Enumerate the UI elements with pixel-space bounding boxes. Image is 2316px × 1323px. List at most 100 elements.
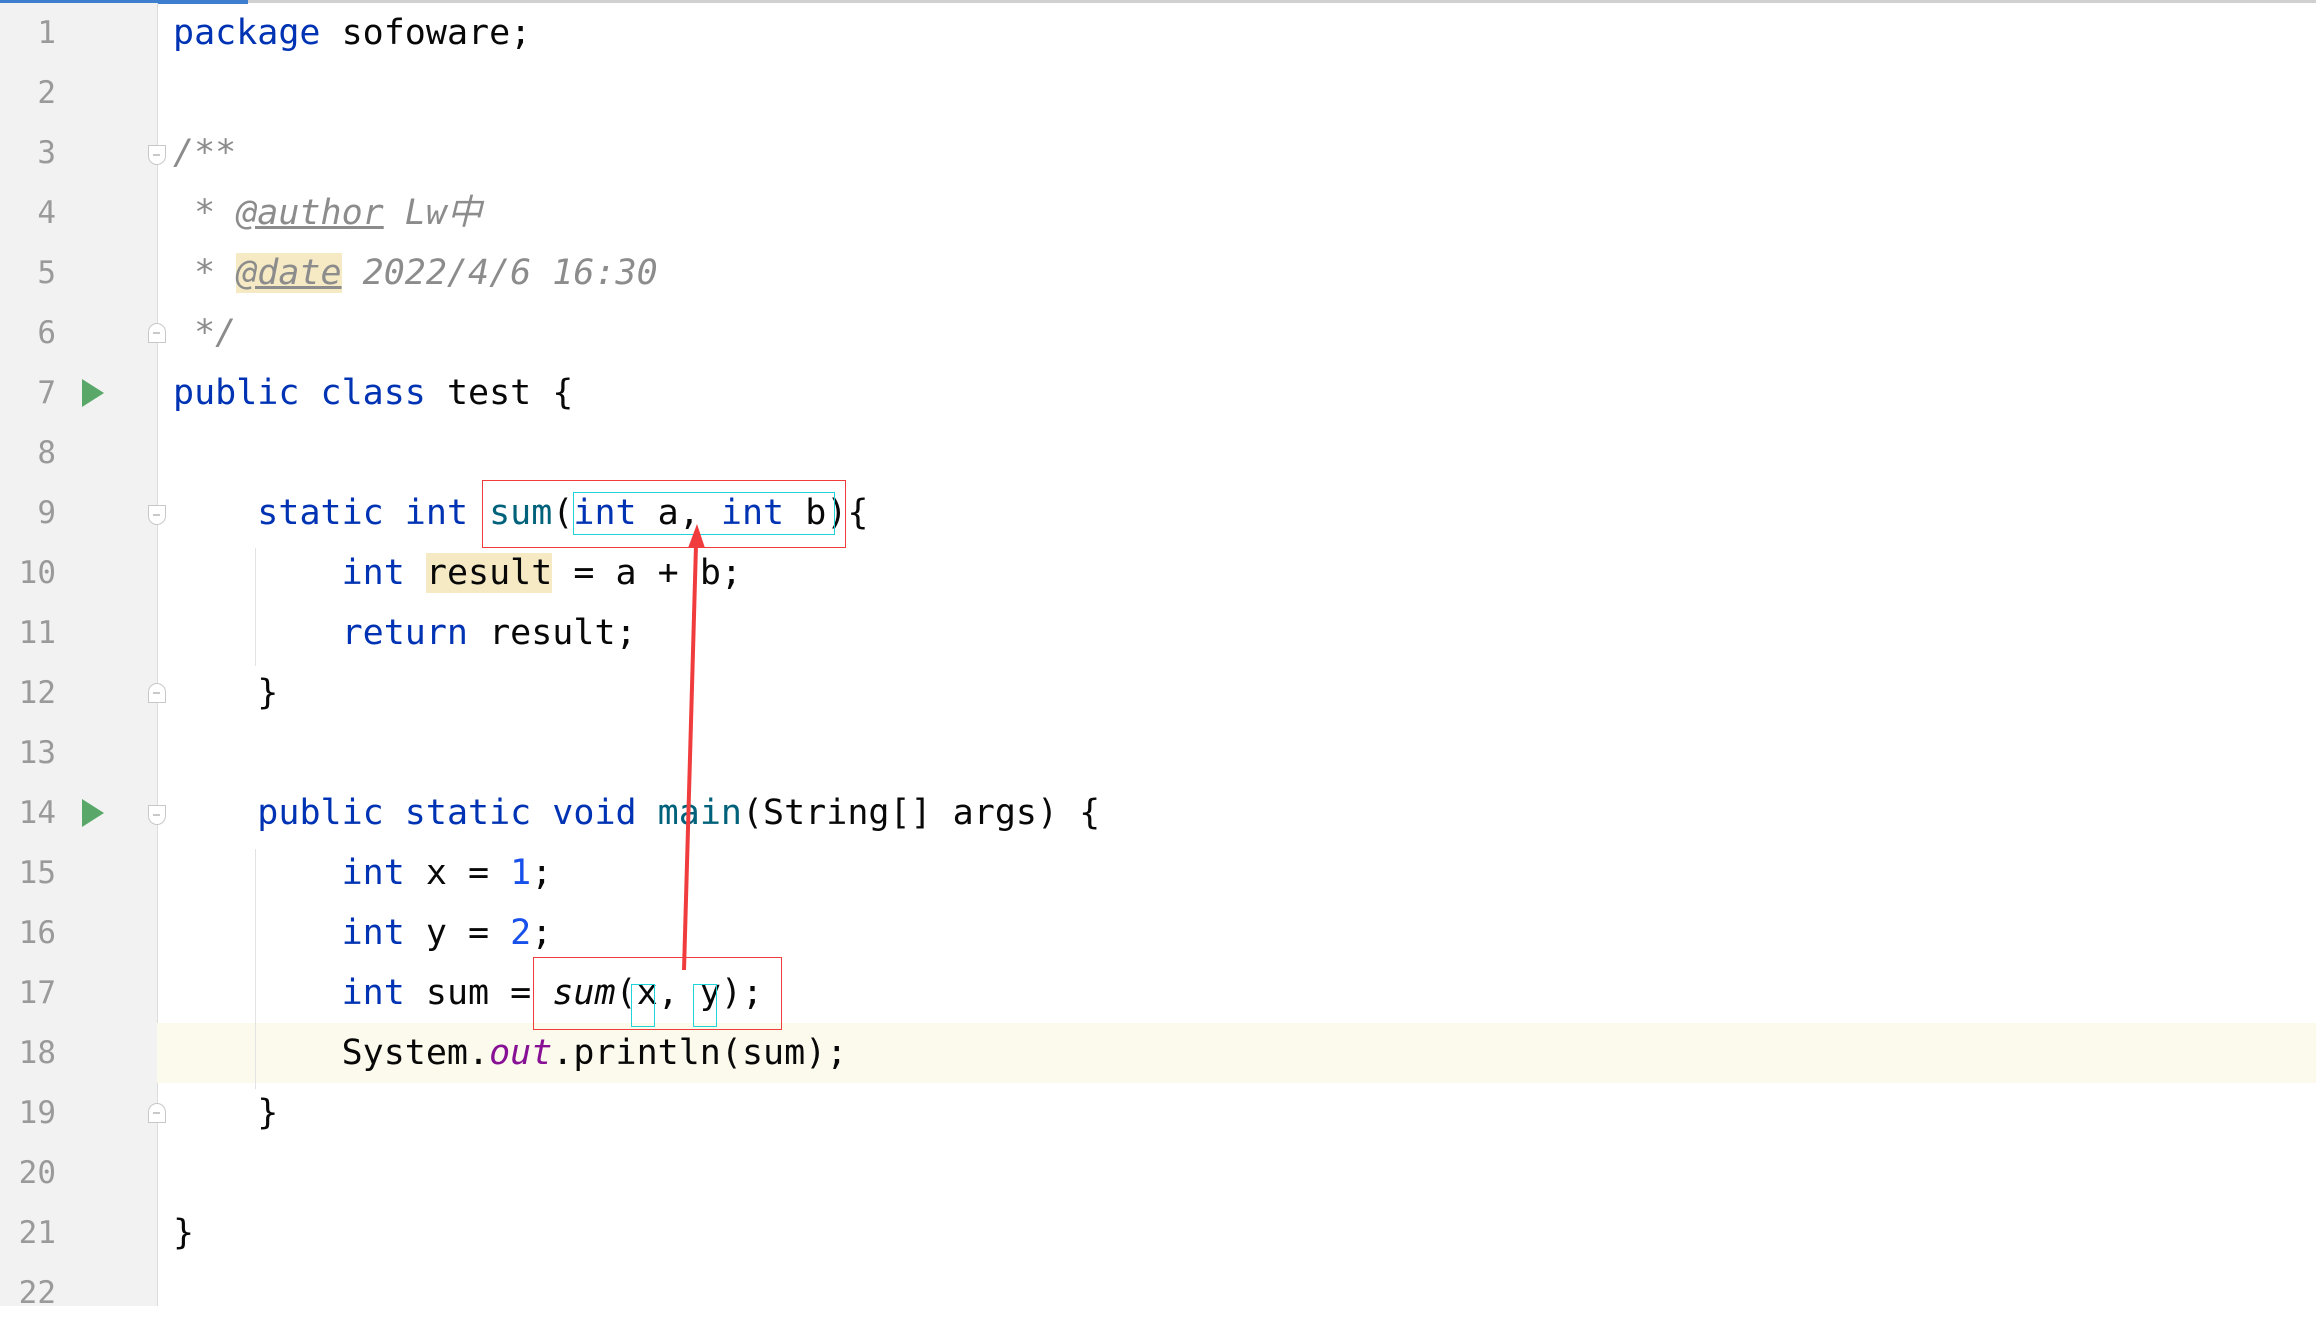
gutter-cell: 11 <box>0 603 157 663</box>
fold-collapse-icon[interactable] <box>148 145 166 165</box>
code-token: } <box>173 1093 279 1133</box>
fold-end-icon[interactable] <box>148 683 166 703</box>
code-text[interactable]: static int sum(int a, int b){ <box>173 483 868 543</box>
code-token: test { <box>425 373 574 413</box>
line-number: 12 <box>18 675 56 711</box>
run-icon[interactable] <box>82 379 104 407</box>
line-number: 22 <box>18 1275 56 1311</box>
code-line[interactable]: 14 public static void main(String[] args… <box>0 783 2316 843</box>
code-text[interactable]: int result = a + b; <box>173 543 742 603</box>
code-line[interactable]: 4 * @author Lw中 <box>0 183 2316 243</box>
code-token: public static void <box>257 793 637 833</box>
code-token: 2 <box>510 913 532 953</box>
code-line[interactable]: 16 int y = 2; <box>0 903 2316 963</box>
code-token: 1 <box>510 853 532 893</box>
code-token: public class <box>173 373 426 413</box>
code-text[interactable]: * @date 2022/4/6 16:30 <box>173 243 658 303</box>
code-token: (String[] args) { <box>741 793 1101 833</box>
code-token: * <box>173 193 237 233</box>
code-line[interactable]: 20 <box>0 1143 2316 1203</box>
line-number: 20 <box>18 1155 56 1191</box>
code-text[interactable]: return result; <box>173 603 637 663</box>
code-token: int <box>341 553 405 593</box>
run-icon[interactable] <box>82 799 104 827</box>
code-token: int <box>341 853 405 893</box>
code-token: */ <box>173 313 237 353</box>
code-token: int <box>341 913 405 953</box>
code-token: static int <box>257 493 469 533</box>
code-line[interactable]: 13 <box>0 723 2316 783</box>
code-line[interactable]: 3 /** <box>0 123 2316 183</box>
line-number: 16 <box>18 915 56 951</box>
code-token: ; <box>531 853 553 893</box>
line-number: 21 <box>18 1215 56 1251</box>
code-text[interactable]: } <box>173 1083 278 1143</box>
code-line[interactable]: 2 <box>0 63 2316 123</box>
code-line[interactable]: 21} <box>0 1203 2316 1263</box>
fold-end-icon[interactable] <box>148 1103 166 1123</box>
code-text[interactable]: System.out.println(sum); <box>173 1023 848 1083</box>
code-token: out <box>489 1033 553 1073</box>
code-text[interactable]: } <box>173 1203 194 1263</box>
code-line[interactable]: 19 } <box>0 1083 2316 1143</box>
code-line[interactable]: 1 package sofoware; <box>0 3 2316 63</box>
code-text[interactable]: public class test { <box>173 363 573 423</box>
line-number: 15 <box>18 855 56 891</box>
code-text[interactable]: int y = 2; <box>173 903 553 963</box>
code-token: /** <box>173 133 237 173</box>
code-line[interactable]: 9 static int sum(int a, int b){ <box>0 483 2316 543</box>
code-text[interactable]: int x = 1; <box>173 843 553 903</box>
code-token: .println(sum); <box>552 1033 848 1073</box>
line-number: 9 <box>37 495 56 531</box>
line-number: 14 <box>18 795 56 831</box>
code-text[interactable]: public static void main(String[] args) { <box>173 783 1100 843</box>
code-text[interactable]: /** <box>173 123 236 183</box>
gutter-cell: 21 <box>0 1203 157 1263</box>
code-token: @author <box>236 193 384 233</box>
code-token: result; <box>468 613 637 653</box>
code-line[interactable]: 15 int x = 1; <box>0 843 2316 903</box>
line-number: 7 <box>37 375 56 411</box>
code-text[interactable]: int sum = sum(x, y); <box>173 963 763 1023</box>
code-line[interactable]: 11 return result; <box>0 603 2316 663</box>
code-token: * <box>173 253 237 293</box>
code-line[interactable]: 22 <box>0 1263 2316 1323</box>
gutter-cell: 17 <box>0 963 157 1023</box>
line-number: 1 <box>37 15 56 51</box>
code-text[interactable]: package sofoware; <box>173 3 531 63</box>
code-line[interactable]: 10 int result = a + b; <box>0 543 2316 603</box>
fold-collapse-icon[interactable] <box>148 805 166 825</box>
code-text[interactable]: */ <box>173 303 236 363</box>
code-line[interactable]: 8 <box>0 423 2316 483</box>
fold-collapse-icon[interactable] <box>148 505 166 525</box>
code-line[interactable]: 6 */ <box>0 303 2316 363</box>
code-token: return <box>341 613 469 653</box>
gutter-cell: 19 <box>0 1083 166 1143</box>
code-line[interactable]: 7 public class test { <box>0 363 2316 423</box>
code-text[interactable]: * @author Lw中 <box>173 183 482 243</box>
code-editor[interactable]: 1 package sofoware; 2 3/** 4 * @author Lw中 5 … <box>0 3 2316 1323</box>
gutter-cell: 5 <box>0 243 157 303</box>
gutter-cell: 15 <box>0 843 157 903</box>
code-line[interactable]: 17 int sum = sum(x, y); <box>0 963 2316 1023</box>
code-token: } <box>173 673 279 713</box>
fold-end-icon[interactable] <box>148 323 166 343</box>
indent-guide <box>255 548 256 666</box>
gutter-cell: 12 <box>0 663 166 723</box>
code-token: sofoware; <box>320 13 532 53</box>
gutter-cell: 18 <box>0 1023 157 1083</box>
code-line[interactable]: 12 } <box>0 663 2316 723</box>
code-token: (x, y); <box>615 973 764 1013</box>
code-line[interactable]: 5 * @date 2022/4/6 16:30 <box>0 243 2316 303</box>
code-text[interactable]: } <box>173 663 278 723</box>
code-line[interactable]: 18 System.out.println(sum); <box>0 1023 2316 1083</box>
code-token: sum <box>552 973 616 1013</box>
line-number: 4 <box>37 195 56 231</box>
